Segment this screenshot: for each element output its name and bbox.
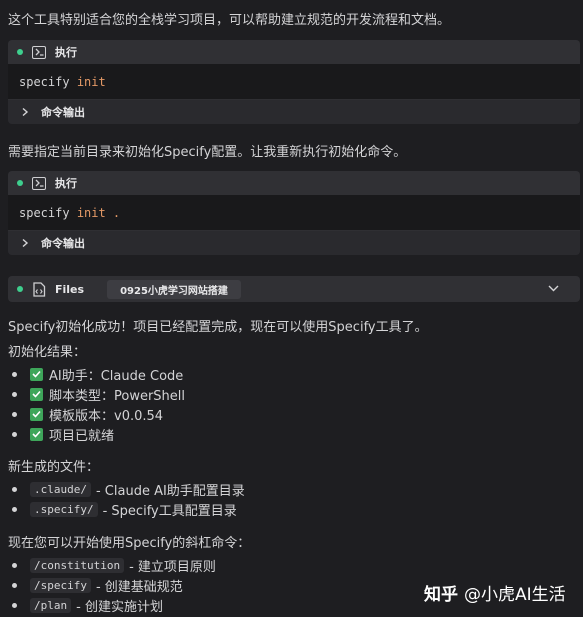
between-text: 需要指定当前目录来初始化Specify配置。让我重新执行初始化命令。 [8, 145, 407, 160]
command-name: specify [19, 74, 70, 89]
checkbox-checked-icon [30, 407, 43, 421]
command-block-1: 执行 specify init 命令输出 [8, 40, 580, 124]
command-output-label: 命令输出 [41, 237, 85, 250]
status-dot [17, 180, 23, 186]
inline-code: /constitution [30, 557, 125, 573]
list-item: /specify - 创建基础规范 [8, 575, 216, 595]
results-list: AI助手：Claude Code 脚本类型：PowerShell 模板版本：v0… [8, 364, 185, 444]
list-item: AI助手：Claude Code [8, 364, 185, 384]
command-output-label: 命令输出 [41, 106, 85, 119]
status-dot [17, 49, 23, 55]
command-args: init . [76, 205, 121, 220]
checkbox-checked-icon [30, 367, 43, 381]
terminal-icon [32, 176, 46, 190]
command-output-toggle[interactable]: 命令输出 [8, 99, 580, 124]
command-block-title: 执行 [55, 46, 77, 59]
list-item: 脚本类型：PowerShell [8, 384, 185, 404]
command-code: specify init [8, 64, 580, 99]
list-item: 模板版本：v0.0.54 [8, 404, 185, 424]
new-files-list: .claude/- Claude AI助手配置目录 .specify/- Spe… [8, 479, 245, 519]
terminal-icon [32, 45, 46, 59]
command-name: specify [19, 205, 70, 220]
watermark-handle: @小虎AI生活 [464, 585, 566, 605]
commands-list: /constitution - 建立项目原则 /specify - 创建基础规范 /… [8, 555, 216, 615]
command-block-2: 执行 specify init . 命令输出 [8, 171, 580, 255]
chevron-right-icon [22, 239, 29, 247]
chevron-right-icon [22, 108, 29, 116]
commands-heading: 现在您可以开始使用Specify的斜杠命令： [8, 536, 251, 551]
results-heading: 初始化结果： [8, 345, 87, 360]
zhihu-logo: 知乎 [424, 585, 458, 605]
command-code: specify init . [8, 195, 580, 230]
list-item: .claude/- Claude AI助手配置目录 [8, 479, 245, 499]
watermark: 知乎 @小虎AI生活 [424, 580, 566, 605]
inline-code: /specify [30, 577, 91, 593]
command-block-title: 执行 [55, 177, 77, 190]
list-item: /plan - 创建实施计划 [8, 595, 216, 615]
command-block-header[interactable]: 执行 [8, 171, 580, 195]
files-bar[interactable]: Files 0925小虎学习网站搭建 [8, 276, 580, 302]
list-item: .specify/- Specify工具配置目录 [8, 499, 245, 519]
list-item: 项目已就绪 [8, 424, 185, 444]
inline-code: /plan [30, 597, 72, 613]
command-args: init [76, 74, 106, 89]
file-code-icon [33, 281, 46, 297]
checkbox-checked-icon [30, 387, 43, 401]
inline-code: .claude/ [30, 481, 91, 497]
command-output-toggle[interactable]: 命令输出 [8, 230, 580, 255]
folder-tag[interactable]: 0925小虎学习网站搭建 [107, 279, 241, 299]
command-block-header[interactable]: 执行 [8, 40, 580, 64]
new-files-heading: 新生成的文件： [8, 460, 100, 475]
list-item: /constitution - 建立项目原则 [8, 555, 216, 575]
status-dot [17, 286, 23, 292]
intro-text: 这个工具特别适合您的全栈学习项目，可以帮助建立规范的开发流程和文档。 [8, 13, 451, 28]
inline-code: .specify/ [30, 501, 98, 517]
chevron-down-icon[interactable] [548, 285, 559, 292]
files-label: Files [55, 282, 85, 296]
success-text: Specify初始化成功！项目已经配置完成，现在可以使用Specify工具了。 [8, 320, 428, 335]
checkbox-checked-icon [30, 427, 43, 441]
